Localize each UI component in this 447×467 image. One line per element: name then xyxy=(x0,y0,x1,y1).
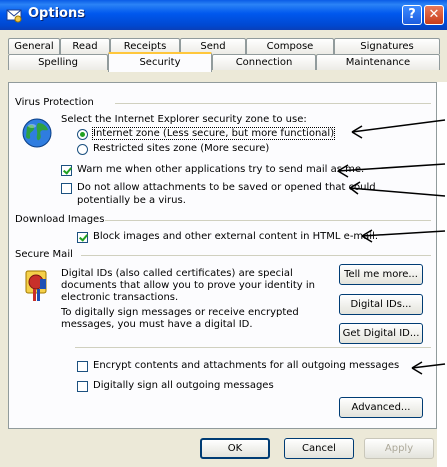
tell-me-more-button[interactable]: Tell me more... xyxy=(339,264,423,285)
download-separator xyxy=(105,220,431,221)
encrypt-outgoing-checkbox[interactable] xyxy=(77,361,88,372)
title-bar[interactable]: Options ? ✕ xyxy=(0,0,447,30)
options-app-icon xyxy=(6,9,22,23)
block-images-label[interactable]: Block images and other external content … xyxy=(93,231,378,242)
download-images-heading: Download Images xyxy=(15,214,105,225)
digital-ids-button[interactable]: Digital IDs... xyxy=(339,294,423,315)
digital-ids-desc-line3: electronic transactions. xyxy=(61,292,179,303)
signing-desc-line2: messages, you must have a digital ID. xyxy=(61,319,253,330)
options-dialog: Options ? ✕ General Read Receipts Send C… xyxy=(0,0,447,467)
warn-send-mail-checkbox[interactable] xyxy=(61,165,72,176)
restricted-zone-radio[interactable] xyxy=(77,144,88,155)
digital-id-certificate-icon xyxy=(25,270,47,301)
sign-outgoing-checkbox[interactable] xyxy=(77,381,88,392)
digital-ids-desc-line2: documents that allow you to prove your i… xyxy=(61,280,315,291)
internet-zone-radio[interactable] xyxy=(77,129,88,140)
right-margin xyxy=(437,82,447,467)
internet-zone-label[interactable]: Internet zone (Less secure, but more fun… xyxy=(91,127,336,140)
ok-button[interactable]: OK xyxy=(200,438,270,459)
virus-protection-heading: Virus Protection xyxy=(15,97,94,108)
window-title: Options xyxy=(28,6,85,21)
signing-desc-line1: To digitally sign messages or receive en… xyxy=(61,307,299,318)
tab-maintenance[interactable]: Maintenance xyxy=(316,54,440,70)
zone-prompt: Select the Internet Explorer security zo… xyxy=(61,114,307,125)
secure-mail-separator xyxy=(81,255,431,256)
security-panel: Virus Protection Select the Internet Exp… xyxy=(8,82,437,429)
tab-connection[interactable]: Connection xyxy=(212,54,316,70)
cancel-button[interactable]: Cancel xyxy=(284,438,354,459)
help-button[interactable]: ? xyxy=(402,5,422,25)
restricted-zone-label[interactable]: Restricted sites zone (More secure) xyxy=(93,143,269,154)
tab-read[interactable]: Read xyxy=(60,38,110,54)
no-attachments-label-line1[interactable]: Do not allow attachments to be saved or … xyxy=(77,182,376,193)
encrypt-outgoing-label[interactable]: Encrypt contents and attachments for all… xyxy=(93,360,399,371)
block-images-checkbox[interactable] xyxy=(77,232,88,243)
sign-outgoing-label[interactable]: Digitally sign all outgoing messages xyxy=(93,380,274,391)
get-digital-id-button[interactable]: Get Digital ID... xyxy=(339,323,423,344)
tab-spelling[interactable]: Spelling xyxy=(8,54,108,70)
tab-security[interactable]: Security xyxy=(108,52,212,72)
close-button[interactable]: ✕ xyxy=(424,5,444,25)
no-attachments-checkbox[interactable] xyxy=(61,183,72,194)
tab-general[interactable]: General xyxy=(8,38,60,54)
warn-send-mail-label[interactable]: Warn me when other applications try to s… xyxy=(77,164,364,175)
tab-signatures[interactable]: Signatures xyxy=(334,38,440,54)
digital-ids-desc-line1: Digital IDs (also called certificates) a… xyxy=(61,268,293,279)
no-attachments-label-line2[interactable]: potentially be a virus. xyxy=(77,195,186,206)
virus-separator xyxy=(115,103,431,104)
globe-icon xyxy=(22,118,52,148)
tab-compose[interactable]: Compose xyxy=(246,38,334,54)
secure-inner-separator xyxy=(75,347,431,348)
apply-button[interactable]: Apply xyxy=(364,438,434,459)
secure-mail-heading: Secure Mail xyxy=(15,249,73,260)
advanced-button[interactable]: Advanced... xyxy=(339,397,423,418)
